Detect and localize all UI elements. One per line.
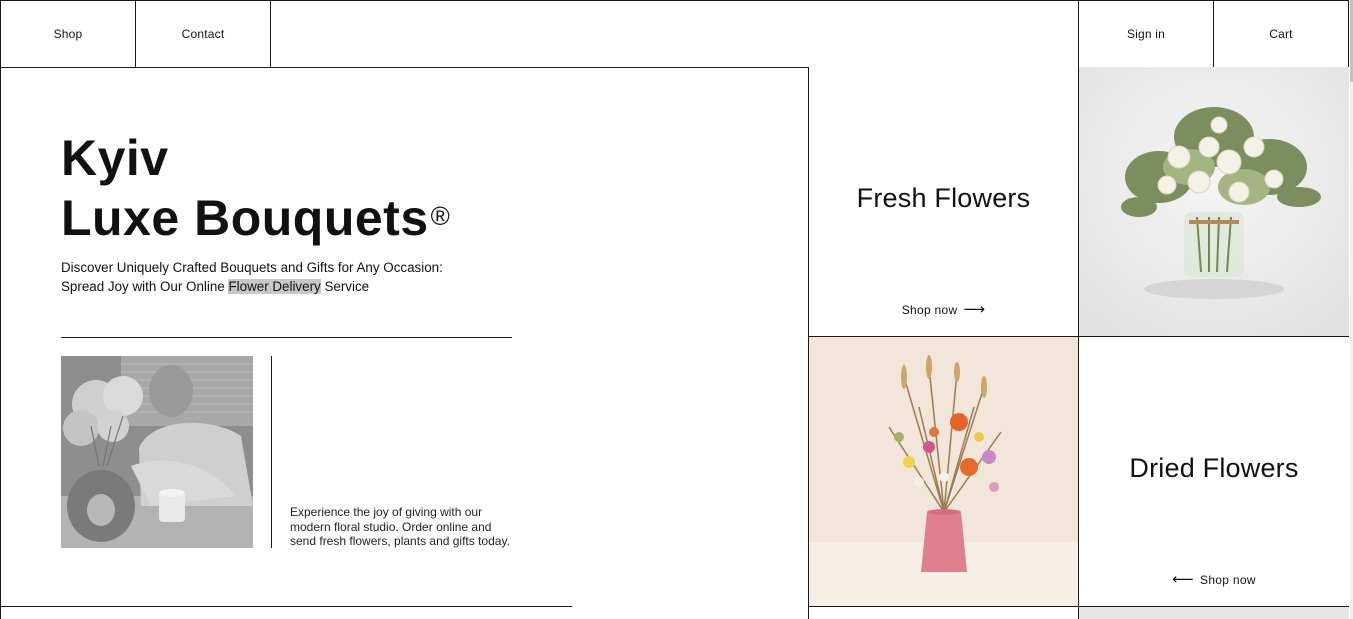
frame-left-border	[0, 67, 1, 619]
about-text: Experience the joy of giving with our mo…	[290, 505, 510, 548]
hero-subtitle-line2-prefix: Spread Joy with Our Online	[61, 279, 229, 294]
top-nav: Shop Contact Sign in Cart	[0, 0, 1349, 68]
highlighted-text: Flower Delivery	[228, 279, 321, 294]
tile-fresh-flowers[interactable]: Fresh Flowers Shop now ⟶	[809, 67, 1079, 337]
nav-cart-link[interactable]: Cart	[1213, 1, 1348, 67]
hero-divider	[61, 337, 512, 338]
woman-with-flowers-photo	[61, 356, 253, 548]
dried-flowers-shop-now-link[interactable]: ⟵ Shop now	[1079, 571, 1349, 588]
arrow-left-icon: ⟵	[1172, 571, 1195, 588]
dried-flowers-title: Dried Flowers	[1129, 453, 1299, 483]
photo-illustration	[61, 356, 253, 548]
hero-subtitle-line1: Discover Uniquely Crafted Bouquets and G…	[61, 260, 443, 275]
nav-left-group: Shop Contact	[1, 1, 271, 67]
hero-subtitle-line2-suffix: Service	[320, 279, 370, 294]
fresh-flowers-shop-now-link[interactable]: Shop now ⟶	[809, 301, 1078, 318]
hero-vertical-divider	[271, 356, 272, 548]
nav-sign-in-link[interactable]: Sign in	[1078, 1, 1213, 67]
dried-bouquet-photo[interactable]	[809, 337, 1079, 607]
fresh-shop-now-label: Shop now	[901, 303, 958, 317]
hero-title-line2: Luxe Bouquets	[61, 190, 429, 246]
registered-mark: ®	[430, 201, 451, 231]
next-tile-left	[809, 607, 1079, 619]
hero-title: Kyiv Luxe Bouquets®	[61, 128, 450, 248]
tile-dried-flowers[interactable]: Dried Flowers ⟵ Shop now	[1079, 337, 1349, 607]
fresh-flowers-title: Fresh Flowers	[856, 183, 1031, 213]
arrow-right-icon: ⟶	[963, 301, 986, 318]
category-grid: Fresh Flowers Shop now ⟶ Dried Flowers ⟵…	[808, 67, 1349, 619]
nav-right-group: Sign in Cart	[1078, 1, 1348, 67]
nav-contact-link[interactable]: Contact	[136, 1, 271, 67]
dried-bouquet-illustration	[809, 337, 1078, 606]
nav-shop-link[interactable]: Shop	[1, 1, 136, 67]
fresh-bouquet-photo[interactable]	[1079, 67, 1349, 337]
next-tile-right	[1079, 607, 1349, 619]
hero-title-line1: Kyiv	[61, 130, 169, 186]
hero-subtitle: Discover Uniquely Crafted Bouquets and G…	[61, 258, 443, 296]
dried-shop-now-label: Shop now	[1200, 573, 1256, 587]
white-bouquet-illustration	[1079, 67, 1349, 336]
hero-bottom-divider	[0, 606, 572, 607]
